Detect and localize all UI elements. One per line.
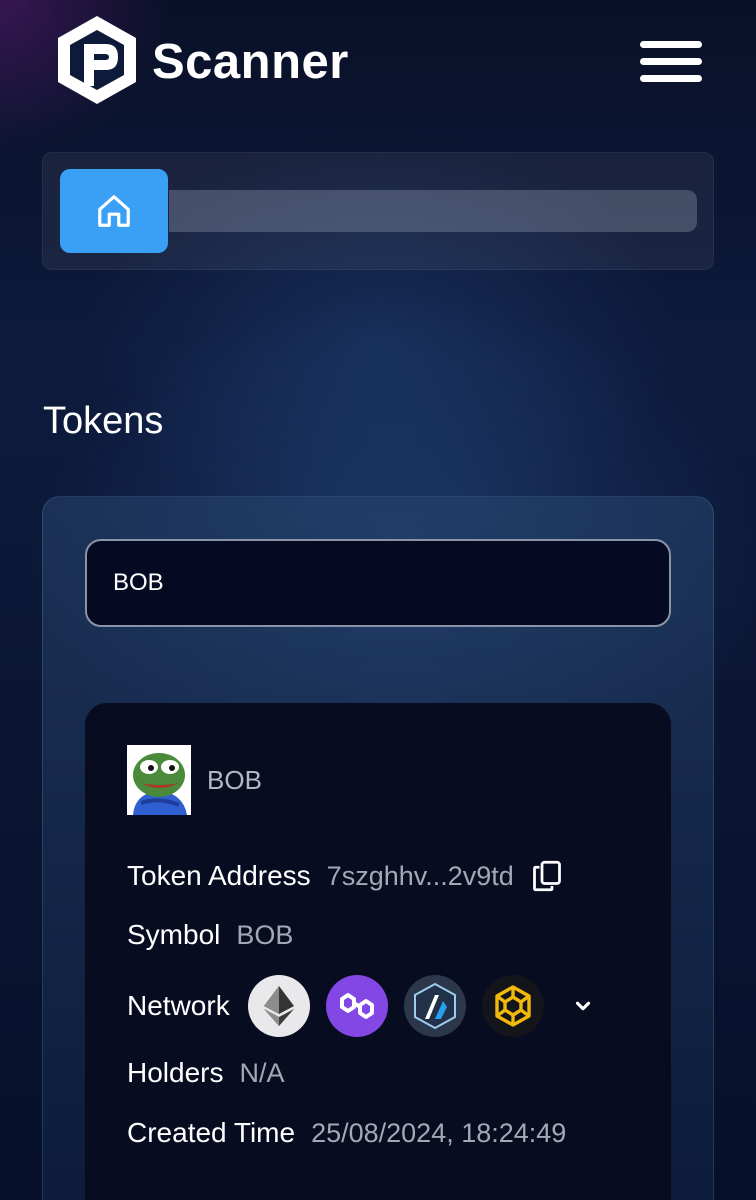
created-time-label: Created Time: [127, 1117, 296, 1148]
copy-icon[interactable]: [532, 859, 562, 893]
bnb-chain-icon[interactable]: [481, 975, 544, 1037]
token-address-label: Token Address: [127, 860, 311, 891]
holders-label: Holders: [127, 1057, 224, 1088]
hamburger-menu-icon[interactable]: [636, 38, 708, 86]
created-time-value: 25/08/2024, 18:24:49: [311, 1117, 567, 1148]
page-title: Tokens: [43, 400, 164, 442]
brand-name: Scanner: [152, 35, 349, 89]
breadcrumb-path: [169, 190, 697, 232]
symbol-value: BOB: [236, 919, 294, 950]
polygon-icon[interactable]: [325, 975, 388, 1037]
token-avatar: [127, 745, 191, 815]
chevron-down-icon[interactable]: [572, 995, 594, 1017]
home-icon: [98, 195, 130, 227]
token-address-value: 7szghhv...2v9td: [326, 860, 514, 891]
token-name: BOB: [207, 765, 262, 795]
ethereum-icon[interactable]: [247, 975, 310, 1037]
network-row: Network: [127, 975, 594, 1037]
created-time-row: Created Time 25/08/2024, 18:24:49: [127, 1117, 566, 1149]
breadcrumb: [42, 152, 714, 270]
symbol-label: Symbol: [127, 919, 221, 950]
token-result-card[interactable]: BOB Token Address 7szghhv...2v9td Symbol…: [85, 703, 671, 1200]
scanner-logo-icon[interactable]: [54, 14, 140, 106]
holders-row: Holders N/A: [127, 1057, 285, 1089]
holders-value: N/A: [239, 1057, 285, 1088]
token-address-row: Token Address 7szghhv...2v9td: [127, 859, 562, 893]
network-label: Network: [127, 990, 230, 1021]
arbitrum-icon[interactable]: [403, 975, 466, 1037]
tokens-panel: BOB Token Address 7szghhv...2v9td Symbol…: [42, 496, 714, 1200]
home-button[interactable]: [60, 169, 168, 253]
symbol-row: Symbol BOB: [127, 919, 293, 951]
search-input[interactable]: [85, 539, 671, 627]
